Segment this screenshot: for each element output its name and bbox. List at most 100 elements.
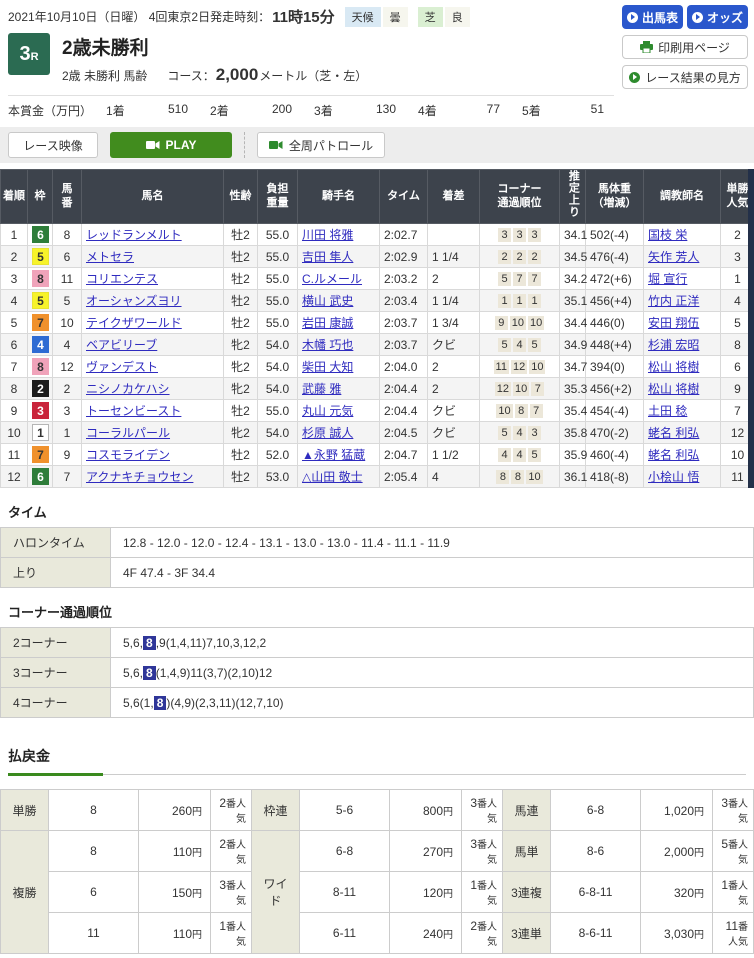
horse-number: 5 — [53, 290, 82, 312]
corner-row: 2コーナー5,6,8,9(1,4,11)7,10,3,12,2 — [1, 628, 754, 658]
horse-name-cell: コリエンテス — [82, 268, 224, 290]
payout-selection: 8 — [49, 831, 139, 872]
race-video-button[interactable]: レース映像 — [8, 132, 98, 158]
payout-selection: 5-6 — [300, 790, 390, 831]
payout-amount: 110円 — [139, 831, 211, 872]
trainer-link[interactable]: 小桧山 悟 — [648, 470, 699, 484]
horse-link[interactable]: オーシャンズヨリ — [86, 294, 182, 308]
payout-amount: 120円 — [390, 872, 462, 913]
jockey-link[interactable]: 杉原 誠人 — [302, 426, 353, 440]
results-column-header: 馬体重 （増減） — [586, 170, 644, 224]
video-camera-icon — [146, 140, 160, 150]
payout-selection: 6-8 — [300, 831, 390, 872]
results-guide-button[interactable]: レース結果の見方 — [622, 65, 748, 89]
corner-position-chip: 11 — [494, 360, 509, 374]
trainer-cell: 国枝 栄 — [644, 224, 721, 246]
trainer-link[interactable]: 蛯名 利弘 — [648, 448, 699, 462]
corner-position-chip: 2 — [528, 250, 541, 264]
horse-link[interactable]: コーラルパール — [86, 426, 170, 440]
frame-number-badge: 3 — [32, 402, 49, 419]
corner-order-text: 5,6, — [123, 666, 143, 680]
trainer-link[interactable]: 矢作 芳人 — [648, 250, 699, 264]
trainer-cell: 竹内 正洋 — [644, 290, 721, 312]
result-row: 455オーシャンズヨリ牡255.0横山 武史2:03.41 1/411135.1… — [1, 290, 754, 312]
result-row: 7812ヴァンデスト牝254.0柴田 大知2:04.0211121034.739… — [1, 356, 754, 378]
corner-positions-cell: 445 — [480, 444, 560, 466]
prize-money-row: 本賞金（万円） 1着510 2着200 3着130 4着77 5着51 — [8, 102, 746, 119]
estimated-last3f: 35.8 — [560, 422, 586, 444]
ninki-unit: 番人気 — [226, 922, 246, 948]
horse-link[interactable]: コリエンテス — [86, 272, 158, 286]
horse-name-cell: オーシャンズヨリ — [82, 290, 224, 312]
horse-number: 9 — [53, 444, 82, 466]
trainer-link[interactable]: 松山 将樹 — [648, 360, 699, 374]
horse-name-cell: ヴァンデスト — [82, 356, 224, 378]
trainer-link[interactable]: 蛯名 利弘 — [648, 426, 699, 440]
jockey-link[interactable]: △山田 敬士 — [302, 470, 363, 484]
carried-weight: 52.0 — [258, 444, 298, 466]
trainer-link[interactable]: 土田 稔 — [648, 404, 687, 418]
finish-time: 2:04.4 — [380, 400, 428, 422]
margin: 1 1/2 — [428, 444, 480, 466]
jockey-link[interactable]: ▲永野 猛蔵 — [302, 448, 365, 462]
jockey-link[interactable]: 木幡 巧也 — [302, 338, 353, 352]
prize-item: 3着130 — [314, 102, 418, 119]
trainer-link[interactable]: 国枝 栄 — [648, 228, 687, 242]
estimated-last3f: 35.9 — [560, 444, 586, 466]
sex-age: 牡2 — [224, 246, 258, 268]
payout-popularity: 3番人気 — [211, 872, 252, 913]
horse-link[interactable]: アクナキチョウセン — [86, 470, 193, 484]
corner-section-title: コーナー通過順位 — [8, 602, 746, 621]
ninki-unit: 番人気 — [728, 799, 748, 825]
horse-link[interactable]: ベアビリーブ — [86, 338, 157, 352]
jockey-link[interactable]: C.ルメール — [302, 272, 362, 286]
trainer-cell: 蛯名 利弘 — [644, 422, 721, 444]
results-column-header: 枠 — [28, 170, 53, 224]
horse-link[interactable]: トーセンビースト — [86, 404, 181, 418]
yen-unit: 円 — [694, 889, 704, 900]
jockey-link[interactable]: 柴田 大知 — [302, 360, 353, 374]
carried-weight: 55.0 — [258, 290, 298, 312]
corner-position-chip: 5 — [528, 338, 541, 352]
jockey-link[interactable]: 丸山 元気 — [302, 404, 353, 418]
odds-button[interactable]: オッズ — [687, 5, 748, 29]
horse-name-cell: メトセラ — [82, 246, 224, 268]
jockey-link[interactable]: 武藤 雅 — [302, 382, 341, 396]
results-column-header: 推定上り — [560, 170, 586, 224]
race-conditions: 2歳 未勝利 馬齢 — [62, 67, 147, 84]
frame-number-badge: 1 — [32, 424, 49, 441]
corner-position-chip: 3 — [498, 228, 511, 242]
result-row: 3811コリエンテス牡255.0C.ルメール2:03.2257734.2472(… — [1, 268, 754, 290]
jockey-cell: 丸山 元気 — [298, 400, 380, 422]
jockey-link[interactable]: 川田 将雅 — [302, 228, 353, 242]
jockey-link[interactable]: 岩田 康誠 — [302, 316, 353, 330]
horse-link[interactable]: コスモライデン — [86, 448, 170, 462]
patrol-video-button[interactable]: 全周パトロール — [257, 132, 385, 158]
horse-link[interactable]: メトセラ — [86, 250, 134, 264]
print-page-button[interactable]: 印刷用ページ — [622, 35, 748, 59]
jockey-link[interactable]: 吉田 隼人 — [302, 250, 353, 264]
prize-label: 本賞金（万円） — [8, 102, 92, 119]
top-right-buttons: 出馬表 オッズ 印刷用ページ レース結果の見方 — [622, 5, 748, 89]
trainer-link[interactable]: 杉浦 宏昭 — [648, 338, 699, 352]
trainer-link[interactable]: 堀 宣行 — [648, 272, 687, 286]
jockey-link[interactable]: 横山 武史 — [302, 294, 353, 308]
horse-name-cell: コスモライデン — [82, 444, 224, 466]
results-column-header: コーナー 通過順位 — [480, 170, 560, 224]
horse-link[interactable]: レッドランメルト — [86, 228, 182, 242]
trainer-link[interactable]: 竹内 正洋 — [648, 294, 699, 308]
horse-link[interactable]: テイクザワールド — [86, 316, 182, 330]
margin: 1 1/4 — [428, 246, 480, 268]
corner-position-chip: 8 — [511, 470, 524, 484]
horse-link[interactable]: ニシノカケハシ — [86, 382, 170, 396]
trainer-link[interactable]: 松山 将樹 — [648, 382, 699, 396]
payout-bet-type: 馬連 — [503, 790, 551, 831]
results-column-header: 負担 重量 — [258, 170, 298, 224]
trainer-link[interactable]: 安田 翔伍 — [648, 316, 699, 330]
horse-link[interactable]: ヴァンデスト — [86, 360, 158, 374]
play-button[interactable]: PLAY — [110, 132, 232, 158]
race-video-label: レース映像 — [23, 137, 82, 154]
entries-button[interactable]: 出馬表 — [622, 5, 683, 29]
finish-time: 2:04.7 — [380, 444, 428, 466]
corner-positions-cell: 222 — [480, 246, 560, 268]
